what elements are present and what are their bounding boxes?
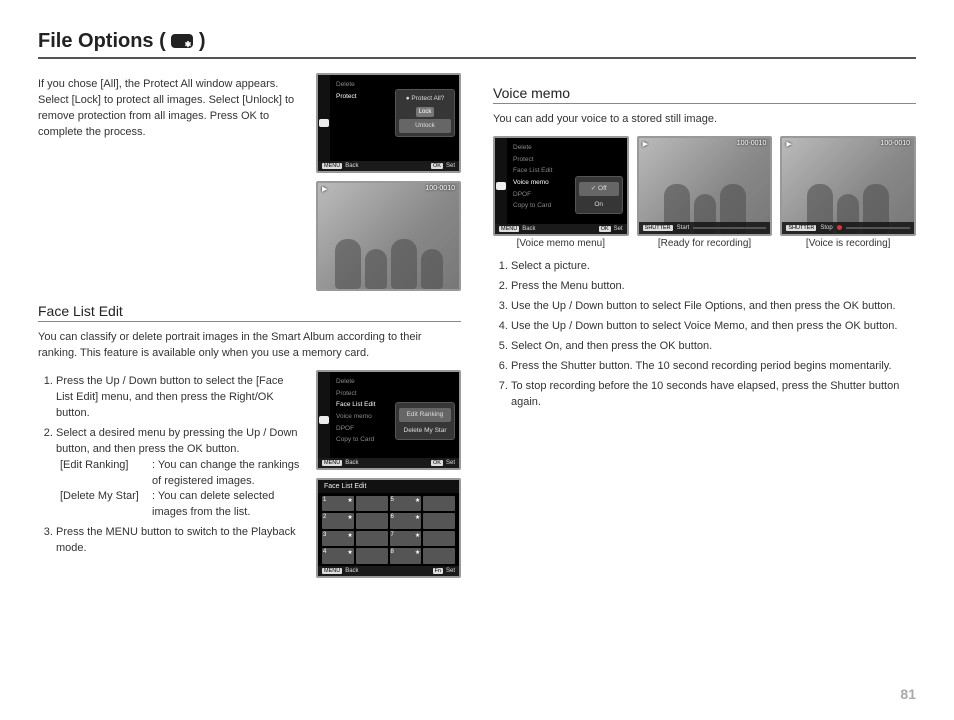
face-list-edit-steps: Press the Up / Down button to select the… [56, 374, 302, 574]
protect-all-screen: Delete Protect ● Protect All? Lock Unloc… [316, 73, 461, 173]
face-list-edit-title: Face List Edit [38, 303, 461, 322]
voice-memo-on-option[interactable]: On [579, 199, 619, 211]
stop-label: Stop [820, 225, 832, 231]
ready-recording-screen: ▶ 100-0010 SHUTTER Start [637, 136, 773, 236]
step-1: Press the Up / Down button to select the… [56, 374, 302, 422]
page-title: File Options ( ) [38, 30, 916, 59]
grid-cell[interactable]: 8★ [390, 548, 422, 564]
caption-voice-memo-menu: [Voice memo menu] [493, 238, 629, 249]
face-list-edit-screen: Delete Protect Face List Edit Voice memo… [316, 370, 461, 470]
left-column: If you chose [All], the Protect All wind… [38, 73, 461, 578]
lcd-sidebar [318, 75, 330, 171]
memory-icon [319, 119, 329, 127]
vm-step-5: Select On, and then press the OK button. [511, 339, 916, 355]
right-column: Voice memo You can add your voice to a s… [493, 73, 916, 578]
step-3: Press the MENU button to switch to the P… [56, 525, 302, 557]
vm-step-2: Press the Menu button. [511, 279, 916, 295]
delete-my-star-label: [Delete My Star] [60, 489, 152, 521]
vm-step-6: Press the Shutter button. The 10 second … [511, 359, 916, 375]
grid-cell[interactable] [423, 548, 455, 564]
delete-my-star-option[interactable]: Delete My Star [399, 425, 451, 437]
shutter-key: SHUTTER [786, 225, 816, 231]
caption-recording: [Voice is recording] [780, 238, 916, 249]
set-label: Set [446, 163, 455, 169]
grid-cell[interactable] [423, 531, 455, 547]
shutter-key: SHUTTER [643, 225, 673, 231]
sample-photo: ▶ 100-0010 [316, 181, 461, 291]
vm-step-3: Use the Up / Down button to select File … [511, 299, 916, 315]
step-2: Select a desired menu by pressing the Up… [56, 426, 302, 522]
grid-cell[interactable] [423, 496, 455, 512]
grid-cell[interactable]: 6★ [390, 513, 422, 529]
vm-step-7: To stop recording before the 10 seconds … [511, 379, 916, 411]
edit-ranking-option[interactable]: Edit Ranking [399, 408, 451, 422]
grid-cell[interactable] [356, 513, 388, 529]
intro-paragraph: If you chose [All], the Protect All wind… [38, 77, 302, 283]
grid-title: Face List Edit [318, 480, 459, 493]
grid-cell[interactable]: 2★ [322, 513, 354, 529]
lock-button[interactable]: Lock [416, 107, 435, 118]
ok-key: OK [431, 163, 443, 169]
progress-bar [846, 227, 910, 229]
vm-step-4: Use the Up / Down button to select Voice… [511, 319, 916, 335]
voice-memo-steps: Select a picture. Press the Menu button.… [511, 259, 916, 411]
grid-cell[interactable]: 5★ [390, 496, 422, 512]
back-label: Back [345, 163, 358, 169]
page-title-prefix: File Options ( [38, 30, 166, 52]
grid-cell[interactable] [423, 513, 455, 529]
edit-ranking-desc: : You can change the rankings of registe… [152, 458, 302, 490]
page-title-suffix: ) [199, 30, 206, 52]
grid-cell[interactable]: 4★ [322, 548, 354, 564]
caption-ready-recording: [Ready for recording] [637, 238, 773, 249]
grid-cell[interactable]: 3★ [322, 531, 354, 547]
page-number: 81 [900, 686, 916, 702]
vm-step-1: Select a picture. [511, 259, 916, 275]
voice-memo-title: Voice memo [493, 85, 916, 104]
protect-all-prompt: ● Protect All? [399, 93, 451, 105]
memory-icon [319, 416, 329, 424]
voice-memo-off-option[interactable]: ✓ Off [579, 182, 619, 196]
face-list-grid-screen: Face List Edit 1★ 5★ 2★ 6★ 3★ 7★ [316, 478, 461, 578]
record-icon [837, 225, 842, 230]
grid-cell[interactable] [356, 548, 388, 564]
start-label: Start [677, 225, 690, 231]
file-options-icon [171, 34, 193, 48]
progress-bar [693, 227, 766, 229]
menu-key: MENU [322, 163, 342, 169]
delete-my-star-desc: : You can delete selected images from th… [152, 489, 302, 521]
grid-cell[interactable] [356, 496, 388, 512]
grid-cell[interactable] [356, 531, 388, 547]
edit-ranking-label: [Edit Ranking] [60, 458, 152, 490]
face-list-edit-desc: You can classify or delete portrait imag… [38, 330, 461, 362]
grid-cell[interactable]: 7★ [390, 531, 422, 547]
unlock-button[interactable]: Unlock [399, 119, 451, 133]
memory-icon [496, 182, 506, 190]
grid-cell[interactable]: 1★ [322, 496, 354, 512]
voice-memo-menu-screen: Delete Protect Face List Edit Voice memo… [493, 136, 629, 236]
voice-memo-desc: You can add your voice to a stored still… [493, 112, 916, 128]
recording-screen: ▶ 100-0010 SHUTTER Stop [780, 136, 916, 236]
